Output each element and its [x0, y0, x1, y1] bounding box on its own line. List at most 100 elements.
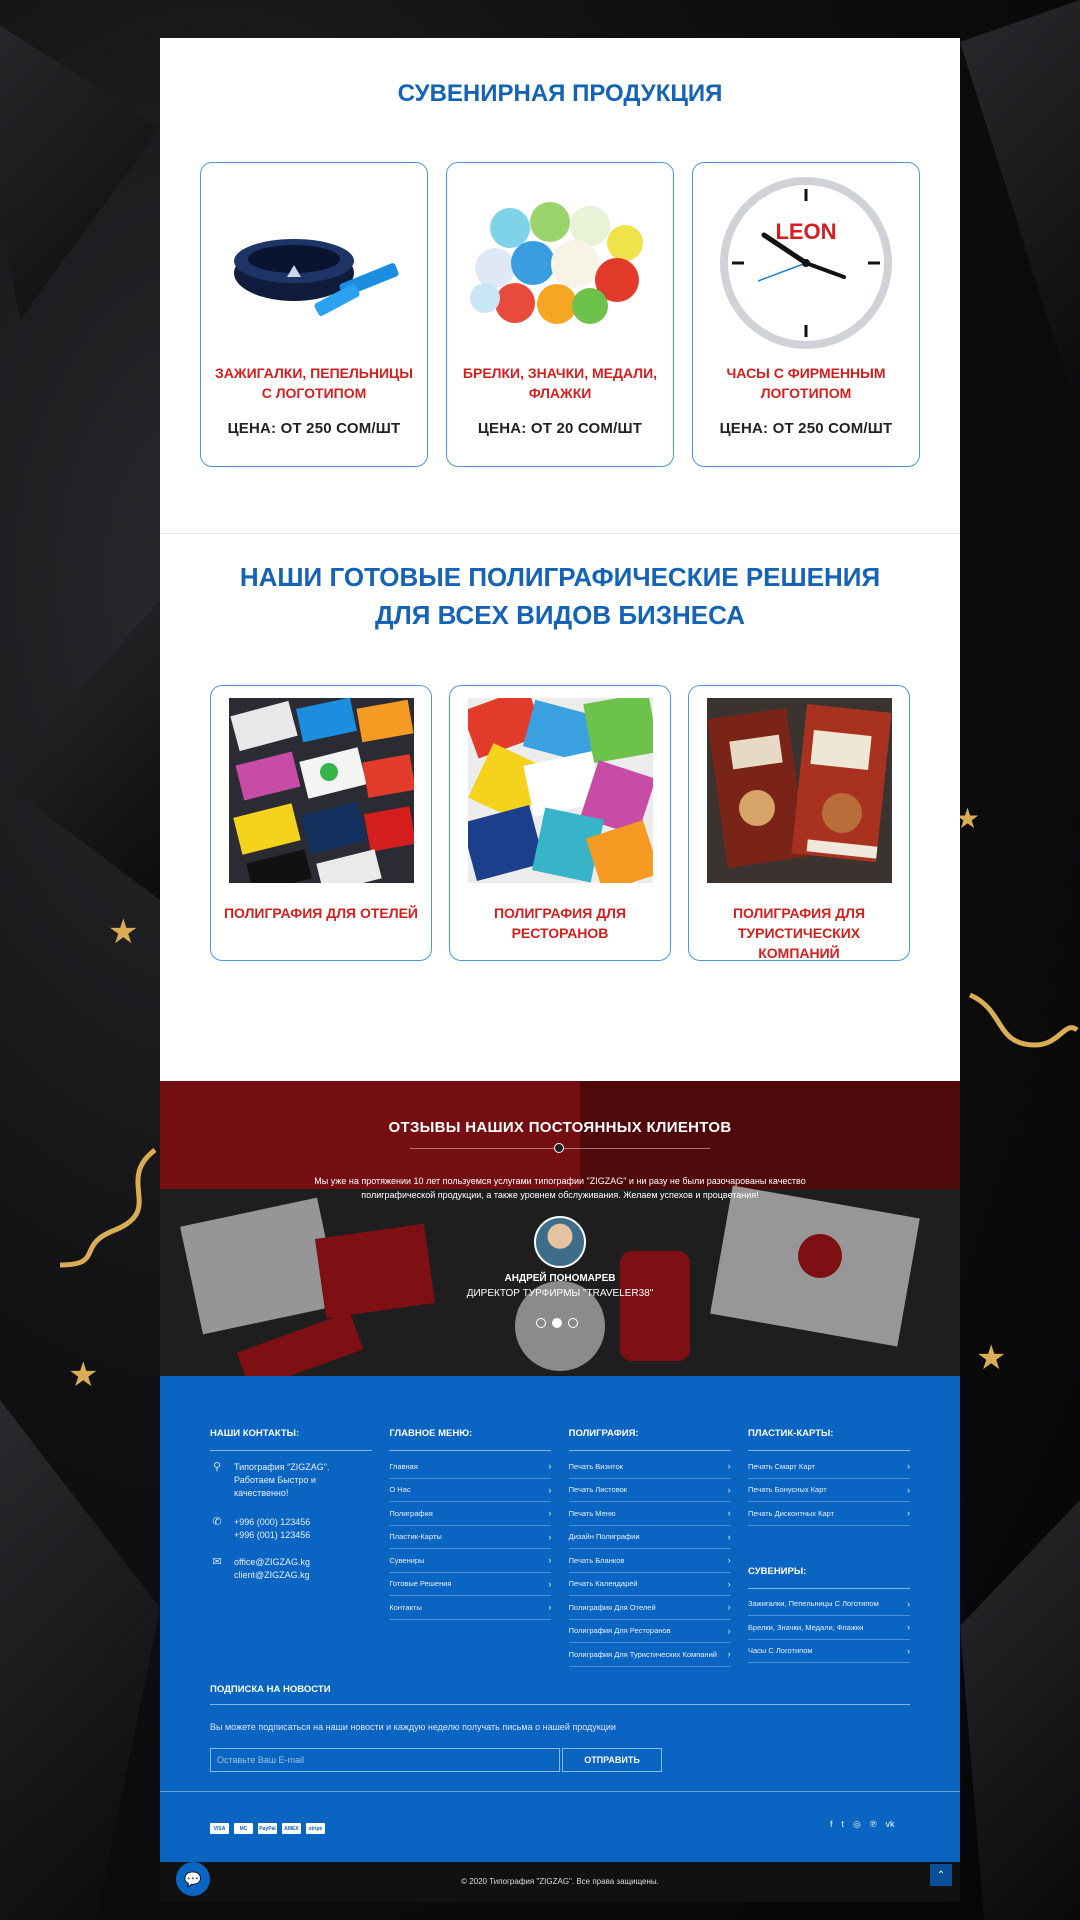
souvenirs-link[interactable]: Брелки, Значки, Медали, Флажки › — [747, 1616, 910, 1640]
souvenirs-link[interactable]: Часы С Логотипом › — [747, 1640, 910, 1663]
chevron-right-icon: › — [906, 1484, 910, 1495]
slider-dot-1[interactable] — [536, 1318, 546, 1328]
link-label: Часы С Логотипом — [747, 1646, 813, 1656]
souvenirs-footer-title: СУВЕНИРЫ: — [747, 1566, 910, 1589]
printing-link[interactable]: Полиграфия Для Ресторанов › — [568, 1620, 731, 1643]
twitter-icon[interactable]: t — [842, 1819, 845, 1830]
printing-link[interactable]: Печать Листовок › — [568, 1479, 731, 1502]
printing-link[interactable]: Печать Календарей › — [568, 1573, 731, 1596]
chat-bubble-icon: 💬 — [184, 1870, 202, 1887]
clock-image: LEON — [693, 163, 919, 363]
footer-columns: НАШИ КОНТАКТЫ: ⚲ Типография "ZIGZAG". Ра… — [210, 1428, 910, 1667]
printing-link[interactable]: Печать Меню › — [568, 1502, 731, 1526]
review-text: Мы уже на протяжении 10 лет пользуемся у… — [314, 1176, 806, 1200]
map-pin-icon: ⚲ — [212, 1461, 222, 1473]
star-decor-icon: ★ — [976, 1339, 1007, 1377]
contacts-title: НАШИ КОНТАКТЫ: — [210, 1428, 372, 1451]
souvenir-card-lighters[interactable]: ЗАЖИГАЛКИ, ПЕПЕЛЬНИЦЫ С ЛОГОТИПОМ ЦЕНА: … — [200, 162, 428, 467]
subscribe-text: Вы можете подписаться на наши новости и … — [210, 1722, 616, 1732]
copyright-text: © 2020 Типография "ZIGZAG". Все права за… — [461, 1877, 659, 1886]
avatar — [534, 1216, 586, 1268]
cards-title: ПЛАСТИК-КАРТЫ: — [747, 1428, 910, 1451]
reviews-title: ОТЗЫВЫ НАШИХ ПОСТОЯННЫХ КЛИЕНТОВ — [388, 1119, 732, 1136]
menu-link-souvenirs[interactable]: Сувениры › — [389, 1549, 552, 1573]
link-label: Пластик-Карты — [389, 1532, 442, 1542]
chevron-right-icon: › — [727, 1508, 731, 1519]
souvenirs-title: СУВЕНИРНАЯ ПРОДУКЦИЯ — [397, 80, 723, 107]
footer: НАШИ КОНТАКТЫ: ⚲ Типография "ZIGZAG". Ра… — [160, 1376, 960, 1873]
chevron-up-icon: ⌃ — [936, 1869, 946, 1881]
amex-icon: AMEX — [282, 1823, 301, 1834]
chevron-right-icon: › — [727, 1649, 731, 1660]
link-label: Печать Бланков — [568, 1555, 625, 1565]
stripe-icon: stripe — [306, 1823, 325, 1834]
email-1[interactable]: office@ZIGZAG.kg — [234, 1556, 310, 1569]
main-menu-title: ГЛАВНОЕ МЕНЮ: — [389, 1428, 552, 1451]
link-label: Печать Листовок — [568, 1485, 628, 1495]
chat-button[interactable]: 💬 — [176, 1862, 210, 1896]
clock-brand: LEON — [775, 219, 836, 244]
solution-name: ПОЛИГРАФИЯ ДЛЯ ТУРИСТИЧЕСКИХ КОМПАНИЙ — [732, 905, 866, 961]
souvenir-price: ЦЕНА: ОТ 250 СОМ/ШТ — [719, 420, 893, 437]
chevron-right-icon: › — [548, 1461, 552, 1472]
scroll-to-top-button[interactable]: ⌃ — [930, 1864, 952, 1886]
copyright-bar: © 2020 Типография "ZIGZAG". Все права за… — [160, 1862, 960, 1902]
address-text: Типография "ZIGZAG". Работаем Быстро и к… — [234, 1462, 330, 1498]
souvenir-card-clocks[interactable]: LEON ЧАСЫ С ФИРМЕННЫМ ЛОГОТИПОМ ЦЕНА: ОТ… — [692, 162, 920, 467]
star-decor-icon: ★ — [68, 1356, 99, 1394]
chevron-right-icon: › — [906, 1461, 910, 1472]
link-label: Печать Бонусных Карт — [747, 1485, 827, 1495]
phone-icon: ✆ — [212, 1516, 222, 1528]
content-container: СУВЕНИРНАЯ ПРОДУКЦИЯ ЗАЖИГАЛКИ, ПЕПЕЛЬНИ… — [160, 38, 960, 1920]
facebook-icon[interactable]: f — [830, 1819, 833, 1830]
menu-link-printing[interactable]: Полиграфия › — [389, 1502, 552, 1526]
link-label: Брелки, Значки, Медали, Флажки — [747, 1622, 864, 1632]
cards-link[interactable]: Печать Дисконтных Карт › — [747, 1502, 910, 1526]
subscribe-button[interactable]: ОТПРАВИТЬ — [562, 1748, 662, 1772]
lighters-ashtray-image — [201, 163, 427, 363]
chevron-right-icon: › — [548, 1578, 552, 1589]
printing-link[interactable]: Печать Визиток › — [568, 1455, 731, 1479]
solutions-title: НАШИ ГОТОВЫЕ ПОЛИГРАФИЧЕСКИЕ РЕШЕНИЯ ДЛЯ… — [239, 562, 881, 630]
phone-1[interactable]: +996 (000) 123456 — [234, 1516, 310, 1529]
cards-link[interactable]: Печать Бонусных Карт › — [747, 1479, 910, 1502]
cards-link[interactable]: Печать Смарт Карт › — [747, 1455, 910, 1479]
email-field[interactable] — [210, 1748, 560, 1772]
instagram-icon[interactable]: ◎ — [853, 1819, 861, 1830]
menu-link-contacts[interactable]: Контакты › — [389, 1596, 552, 1620]
chevron-right-icon: › — [548, 1602, 552, 1613]
souvenir-card-badges[interactable]: БРЕЛКИ, ЗНАЧКИ, МЕДАЛИ, ФЛАЖКИ ЦЕНА: ОТ … — [446, 162, 674, 467]
link-label: Полиграфия Для Ресторанов — [568, 1626, 671, 1636]
vk-icon[interactable]: vk — [886, 1819, 895, 1830]
souvenir-price: ЦЕНА: ОТ 250 СОМ/ШТ — [227, 420, 401, 437]
pinterest-icon[interactable]: ℗ — [870, 1819, 877, 1830]
link-label: Печать Смарт Карт — [747, 1461, 815, 1471]
menu-link-about[interactable]: О Нас › — [389, 1479, 552, 1502]
printing-link[interactable]: Полиграфия Для Отелей › — [568, 1596, 731, 1620]
ribbon-decor — [968, 992, 1079, 1048]
printing-link[interactable]: Дизайн Полиграфии › — [568, 1526, 731, 1549]
footer-printing: ПОЛИГРАФИЯ: Печать Визиток › Печать Листо… — [568, 1428, 731, 1667]
subscribe-underline — [210, 1704, 910, 1705]
contact-emails: ✉ office@ZIGZAG.kg client@ZIGZAG.kg — [210, 1556, 372, 1582]
printing-link[interactable]: Полиграфия Для Туристических Компаний › — [568, 1643, 731, 1667]
solution-card-tourism[interactable]: ПОЛИГРАФИЯ ДЛЯ ТУРИСТИЧЕСКИХ КОМПАНИЙ — [688, 685, 910, 961]
menu-link-home[interactable]: Главная › — [389, 1455, 552, 1479]
solutions-cards: ПОЛИГРАФИЯ ДЛЯ ОТЕЛЕЙ ПОЛИГРАФИЯ ДЛЯ РЕС… — [210, 685, 910, 961]
phone-2[interactable]: +996 (001) 123456 — [234, 1529, 310, 1542]
printing-link[interactable]: Печать Бланков › — [568, 1549, 731, 1573]
slider-dot-2[interactable] — [552, 1318, 562, 1328]
menu-link-cards[interactable]: Пластик-Карты › — [389, 1526, 552, 1549]
slider-dot-3[interactable] — [568, 1318, 578, 1328]
email-2[interactable]: client@ZIGZAG.kg — [234, 1569, 310, 1582]
souvenirs-link[interactable]: Зажигалки, Пепельницы С Логотипом › — [747, 1593, 910, 1616]
link-label: Печать Календарей — [568, 1579, 638, 1589]
menu-link-solutions[interactable]: Готовые Решения › — [389, 1573, 552, 1596]
footer-cards-souvenirs: ПЛАСТИК-КАРТЫ: Печать Смарт Карт › Печать… — [747, 1428, 910, 1667]
hotels-print-image — [228, 698, 414, 883]
chevron-right-icon: › — [727, 1461, 731, 1472]
souvenir-price: ЦЕНА: ОТ 20 СОМ/ШТ — [477, 420, 643, 437]
solution-card-restaurants[interactable]: ПОЛИГРАФИЯ ДЛЯ РЕСТОРАНОВ — [449, 685, 671, 961]
chevron-right-icon: › — [727, 1531, 731, 1542]
solution-card-hotels[interactable]: ПОЛИГРАФИЯ ДЛЯ ОТЕЛЕЙ — [210, 685, 432, 961]
